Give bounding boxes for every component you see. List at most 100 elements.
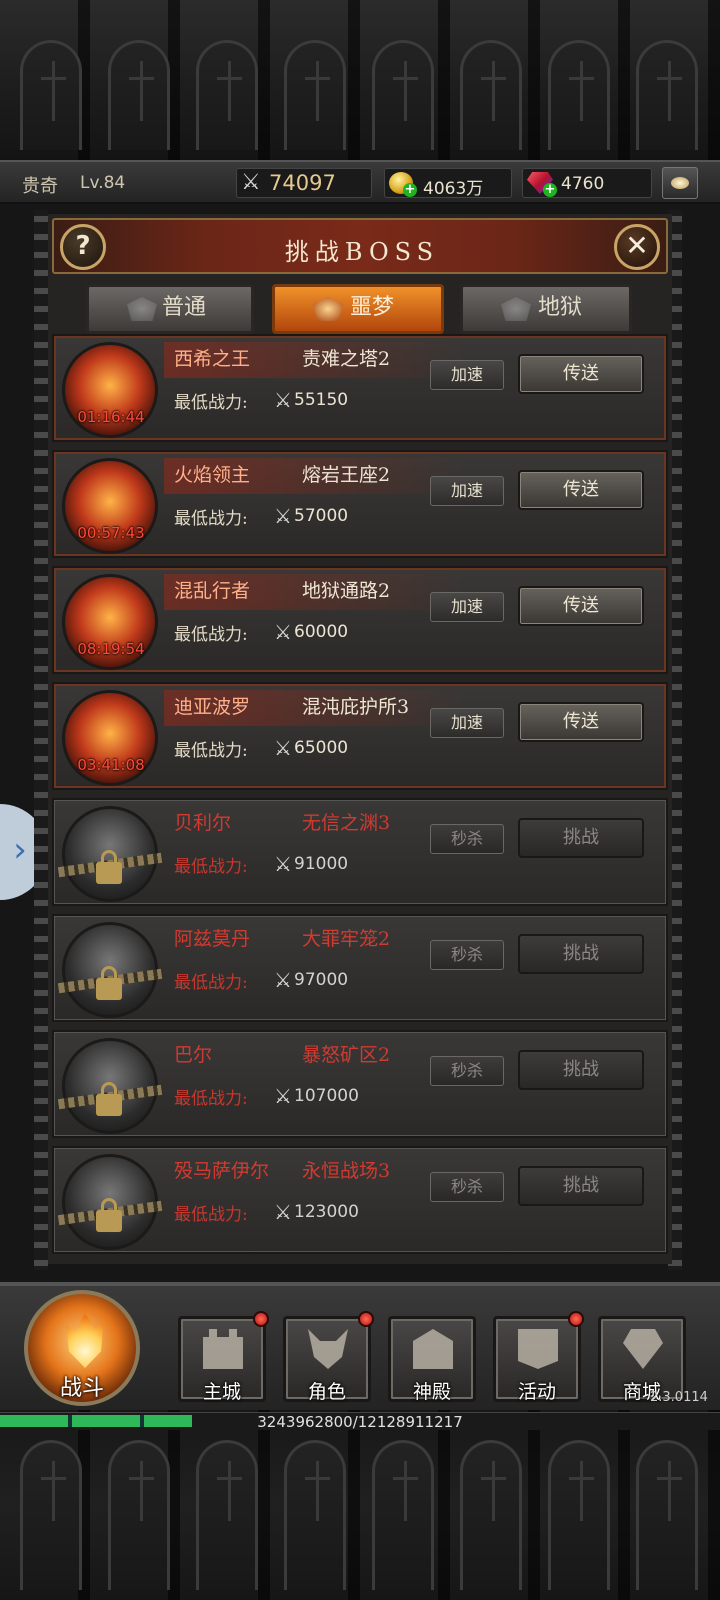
speed-up-button[interactable]: 加速: [430, 592, 504, 622]
tab-normal[interactable]: 普通: [86, 284, 254, 334]
nav-temple[interactable]: 神殿: [388, 1316, 476, 1403]
boss-name: 西希之王: [174, 348, 251, 370]
gothic-wall-top: [0, 0, 720, 160]
speed-up-button[interactable]: 加速: [430, 476, 504, 506]
cross-window: [548, 1440, 610, 1590]
boss-location: 混沌庇护所3: [302, 696, 410, 718]
min-power-label: 最低战力:: [174, 741, 248, 761]
castle-icon: [203, 1329, 243, 1369]
teleport-button[interactable]: 传送: [518, 470, 644, 510]
teleport-button[interactable]: 传送: [518, 354, 644, 394]
boss-row: 贝利尔 无信之渊3 最低战力: ⚔ 91000 秒杀 挑战: [52, 798, 668, 906]
boss-location: 大罪牢笼2: [302, 928, 391, 950]
boss-name: 巴尔: [174, 1044, 213, 1066]
instant-kill-button[interactable]: 秒杀: [430, 1056, 504, 1086]
instant-kill-button[interactable]: 秒杀: [430, 1172, 504, 1202]
instant-kill-button[interactable]: 秒杀: [430, 940, 504, 970]
gem-display[interactable]: + 4760: [522, 168, 652, 198]
nav-character[interactable]: 角色: [283, 1311, 374, 1403]
tab-nightmare[interactable]: 噩梦: [272, 284, 444, 334]
gold-value: 4063万: [423, 179, 484, 199]
combat-power-value: 74097: [269, 171, 336, 195]
banner-icon: [518, 1329, 558, 1369]
boss-row: 01:16:44 西希之王 责难之塔2 最低战力: ⚔ 55150 加速 传送: [52, 334, 668, 442]
cross-window: [284, 40, 346, 150]
min-power-value: 97000: [294, 970, 349, 990]
boss-name: 火焰领主: [174, 464, 251, 486]
min-power-value: 123000: [294, 1202, 359, 1222]
min-power-value: 55150: [294, 390, 349, 410]
min-power-label: 最低战力:: [174, 509, 248, 529]
min-power-label: 最低战力:: [174, 857, 248, 877]
cross-window: [20, 1440, 82, 1590]
cross-window: [108, 40, 170, 150]
challenge-button[interactable]: 挑战: [518, 1166, 644, 1206]
lock-icon: [96, 1082, 122, 1116]
challenge-button[interactable]: 挑战: [518, 818, 644, 858]
battle-button[interactable]: 战斗: [24, 1290, 140, 1406]
teleport-button[interactable]: 传送: [518, 702, 644, 742]
chevron-right-icon: ›: [13, 830, 27, 870]
combat-power-display: ⚔ 74097: [236, 168, 372, 198]
temple-icon: [413, 1329, 453, 1369]
crossed-swords-icon: ⚔: [274, 504, 292, 528]
nav-main-city[interactable]: 主城: [178, 1311, 269, 1403]
lock-icon: [96, 966, 122, 1000]
challenge-button[interactable]: 挑战: [518, 1050, 644, 1090]
teleport-button[interactable]: 传送: [518, 586, 644, 626]
min-power-label: 最低战力:: [174, 625, 248, 645]
min-power-label: 最低战力:: [174, 1205, 248, 1225]
speed-up-button[interactable]: 加速: [430, 708, 504, 738]
panel-title: 挑战BOSS: [284, 238, 440, 266]
boss-location: 永恒战场3: [302, 1160, 391, 1182]
min-power-value: 107000: [294, 1086, 359, 1106]
add-gem-icon[interactable]: +: [543, 183, 557, 197]
notification-dot: [253, 1311, 269, 1327]
diamond-icon: [623, 1329, 663, 1369]
boss-location: 责难之塔2: [302, 348, 391, 370]
min-power-label: 最低战力:: [174, 973, 248, 993]
boss-respawn-timer: 03:41:08: [77, 756, 145, 774]
experience-text: 3243962800/12128911217: [257, 1413, 463, 1431]
panel-header: ? 挑战BOSS ✕: [52, 218, 668, 274]
lock-icon: [96, 850, 122, 884]
cross-window: [196, 1440, 258, 1590]
player-name: 贵奇: [22, 176, 58, 197]
boss-name: 迪亚波罗: [174, 696, 251, 718]
helmet-icon: [308, 1329, 348, 1369]
crossed-swords-icon: ⚔: [274, 620, 292, 644]
min-power-value: 91000: [294, 854, 349, 874]
boss-name: 殁马萨伊尔: [174, 1160, 270, 1182]
player-status-bar: 贵奇 Lv.84 ⚔ 74097 + 4063万 + 4760: [0, 160, 720, 204]
tab-label: 地狱: [537, 295, 582, 320]
instant-kill-button[interactable]: 秒杀: [430, 824, 504, 854]
boss-row: 08:19:54 混乱行者 地狱通路2 最低战力: ⚔ 60000 加速 传送: [52, 566, 668, 674]
boss-respawn-timer: 08:19:54: [77, 640, 145, 658]
nav-label: 活动: [517, 1381, 556, 1403]
flame-icon: [66, 1312, 104, 1368]
chat-menu-button[interactable]: [662, 167, 698, 199]
cross-window: [196, 40, 258, 150]
nav-events[interactable]: 活动: [493, 1311, 584, 1403]
gold-display[interactable]: + 4063万: [384, 168, 512, 199]
gem-value: 4760: [561, 174, 605, 194]
add-gold-icon[interactable]: +: [403, 183, 417, 197]
tab-hell[interactable]: 地狱: [460, 284, 632, 334]
cross-window: [548, 40, 610, 150]
cross-window: [20, 40, 82, 150]
notification-dot: [358, 1311, 374, 1327]
min-power-label: 最低战力:: [174, 1089, 248, 1109]
cross-window: [372, 1440, 434, 1590]
challenge-button[interactable]: 挑战: [518, 934, 644, 974]
close-button[interactable]: ✕: [614, 224, 660, 270]
gothic-wall-bottom: [0, 1410, 720, 1600]
boss-row: 殁马萨伊尔 永恒战场3 最低战力: ⚔ 123000 秒杀 挑战: [52, 1146, 668, 1254]
boss-row: 00:57:43 火焰领主 熔岩王座2 最低战力: ⚔ 57000 加速 传送: [52, 450, 668, 558]
boss-location: 暴怒矿区2: [302, 1044, 391, 1066]
boss-row: 阿兹莫丹 大罪牢笼2 最低战力: ⚔ 97000 秒杀 挑战: [52, 914, 668, 1022]
speed-up-button[interactable]: 加速: [430, 360, 504, 390]
min-power-value: 60000: [294, 622, 349, 642]
cross-window: [636, 40, 698, 150]
nav-label: 主城: [202, 1381, 241, 1403]
boss-row: 03:41:08 迪亚波罗 混沌庇护所3 最低战力: ⚔ 65000 加速 传送: [52, 682, 668, 790]
